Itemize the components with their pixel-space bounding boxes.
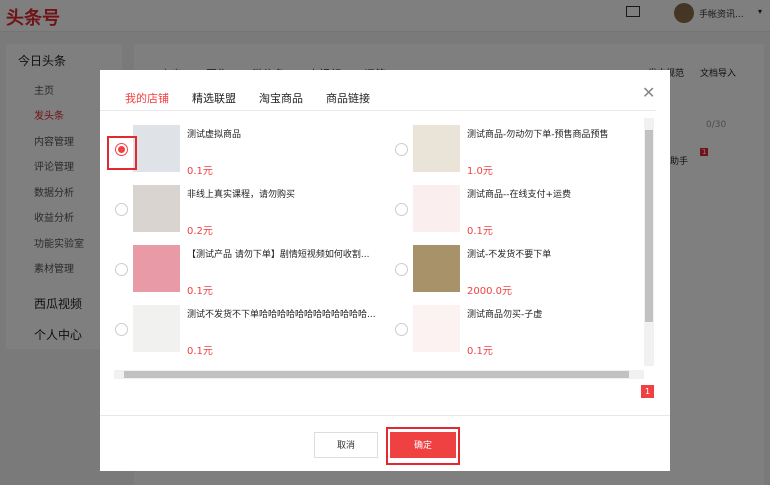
horizontal-scrollbar[interactable] xyxy=(114,370,644,379)
product-title: 【测试产品 请勿下单】剧情短视频如何收割... xyxy=(187,250,370,260)
product-price: 1.0元 xyxy=(467,166,493,177)
tab-taobao[interactable]: 淘宝商品 xyxy=(259,90,303,106)
product-thumbnail xyxy=(413,245,460,292)
product-picker-modal: 我的店铺 精选联盟 淘宝商品 商品链接 ✕ 测试虚拟商品 0.1元 测试商品-勿… xyxy=(100,70,670,471)
product-thumbnail xyxy=(413,185,460,232)
product-thumbnail xyxy=(133,305,180,352)
product-radio[interactable] xyxy=(395,323,408,336)
product-item[interactable]: 测试虚拟商品 0.1元 xyxy=(100,125,370,185)
product-price: 0.1元 xyxy=(187,166,213,177)
product-title: 测试虚拟商品 xyxy=(187,130,242,140)
tab-my-shop[interactable]: 我的店铺 xyxy=(125,90,169,106)
product-thumbnail xyxy=(413,125,460,172)
product-item[interactable]: 测试商品--在线支付+运费 0.1元 xyxy=(380,185,644,245)
product-list: 测试虚拟商品 0.1元 测试商品-勿动勿下单-预售商品预售 1.0元 非线上真实… xyxy=(100,118,644,370)
product-title: 测试商品--在线支付+运费 xyxy=(467,190,572,200)
product-radio[interactable] xyxy=(115,263,128,276)
page-1-button[interactable]: 1 xyxy=(641,385,654,398)
product-thumbnail xyxy=(133,245,180,292)
product-item[interactable]: 测试商品勿买-子虚 0.1元 xyxy=(380,305,644,365)
close-icon[interactable]: ✕ xyxy=(642,83,655,102)
selection-highlight xyxy=(107,136,137,170)
confirm-highlight xyxy=(386,427,460,465)
product-radio[interactable] xyxy=(395,143,408,156)
product-item[interactable]: 非线上真实课程，请勿购买 0.2元 xyxy=(100,185,370,245)
product-price: 0.1元 xyxy=(467,346,493,357)
product-radio[interactable] xyxy=(395,263,408,276)
product-title: 测试商品勿买-子虚 xyxy=(467,310,543,320)
product-title: 测试-不发货不要下单 xyxy=(467,250,552,260)
product-item[interactable]: 【测试产品 请勿下单】剧情短视频如何收割... 0.1元 xyxy=(100,245,370,305)
product-title: 测试商品-勿动勿下单-预售商品预售 xyxy=(467,130,609,140)
product-item[interactable]: 测试不发货不下单哈哈哈哈哈哈哈哈哈哈哈哈... 0.1元 xyxy=(100,305,376,365)
divider xyxy=(100,110,656,111)
product-thumbnail xyxy=(133,185,180,232)
product-price: 0.1元 xyxy=(187,286,213,297)
tab-selected-alliance[interactable]: 精选联盟 xyxy=(192,90,236,106)
cancel-button[interactable]: 取消 xyxy=(314,432,378,458)
vertical-scrollbar[interactable] xyxy=(644,118,654,366)
product-title: 测试不发货不下单哈哈哈哈哈哈哈哈哈哈哈哈... xyxy=(187,310,376,320)
divider xyxy=(100,415,670,416)
product-radio[interactable] xyxy=(395,203,408,216)
product-item[interactable]: 测试商品-勿动勿下单-预售商品预售 1.0元 xyxy=(380,125,644,185)
product-thumbnail xyxy=(413,305,460,352)
product-price: 0.1元 xyxy=(187,346,213,357)
product-radio[interactable] xyxy=(115,323,128,336)
product-item[interactable]: 测试-不发货不要下单 2000.0元 xyxy=(380,245,644,305)
scrollbar-thumb[interactable] xyxy=(124,371,629,378)
product-price: 2000.0元 xyxy=(467,286,512,297)
product-title: 非线上真实课程，请勿购买 xyxy=(187,190,296,200)
tab-product-link[interactable]: 商品链接 xyxy=(326,90,370,106)
product-radio[interactable] xyxy=(115,203,128,216)
product-price: 0.2元 xyxy=(187,226,213,237)
product-price: 0.1元 xyxy=(467,226,493,237)
scrollbar-thumb[interactable] xyxy=(645,130,653,322)
product-thumbnail xyxy=(133,125,180,172)
